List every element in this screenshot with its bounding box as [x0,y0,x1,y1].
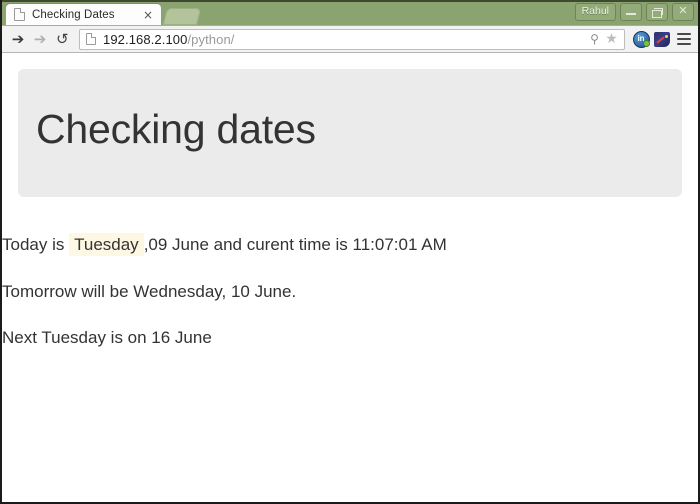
next-tuesday-line: Next Tuesday is on 16 June [2,328,212,348]
close-window-button[interactable]: ✕ [672,3,694,21]
url-host: 192.168.2.100 [103,31,188,47]
reload-icon: ↻ [55,29,69,48]
extension-linkedin-icon[interactable] [631,29,651,49]
today-line: Today is Tuesday ,09 June and curent time… [2,233,698,258]
back-button[interactable]: ➔ [7,28,29,50]
tomorrow-line: Tomorrow will be Wednesday, 10 June. [2,281,297,301]
page-title: Checking dates [36,106,316,152]
jumbotron: Checking dates [18,69,682,197]
arrow-right-icon: ➔ [33,29,47,48]
navigation-toolbar: ➔ ➔ ↻ 192.168.2.100/python/ ⚲ ★ [2,25,698,53]
weekday-highlight: Tuesday [69,233,144,256]
page-icon [14,8,25,21]
forward-button[interactable]: ➔ [29,28,51,50]
maximize-button[interactable] [646,3,668,21]
today-prefix: Today is [2,235,65,254]
bookmark-star-icon[interactable]: ★ [603,32,620,46]
url-text: 192.168.2.100/python/ [103,32,586,47]
tab-checking-dates[interactable]: Checking Dates × [6,4,161,25]
url-path: /python/ [187,31,235,47]
user-profile-button[interactable]: Rahul [574,3,616,21]
browser-window: Checking Dates × Rahul ✕ ➔ ➔ ↻ 192.168.2… [0,0,700,504]
today-suffix: ,09 June and curent time is 11:07:01 AM [143,235,447,254]
page-viewport: Checking dates Today is Tuesday ,09 June … [2,53,698,502]
minimize-button[interactable] [620,3,642,21]
arrow-left-icon: ➔ [11,29,25,48]
site-page-icon [86,33,96,45]
window-controls: Rahul ✕ [574,3,694,21]
tab-strip: Checking Dates × Rahul ✕ [2,0,698,25]
search-icon[interactable]: ⚲ [586,33,603,45]
address-bar[interactable]: 192.168.2.100/python/ ⚲ ★ [79,28,625,50]
menu-icon[interactable] [675,29,693,49]
tab-title: Checking Dates [32,8,115,21]
new-tab-button[interactable] [162,8,202,25]
extension-dashboard-icon[interactable] [652,29,672,49]
reload-button[interactable]: ↻ [51,28,73,50]
close-icon[interactable]: × [141,9,155,21]
